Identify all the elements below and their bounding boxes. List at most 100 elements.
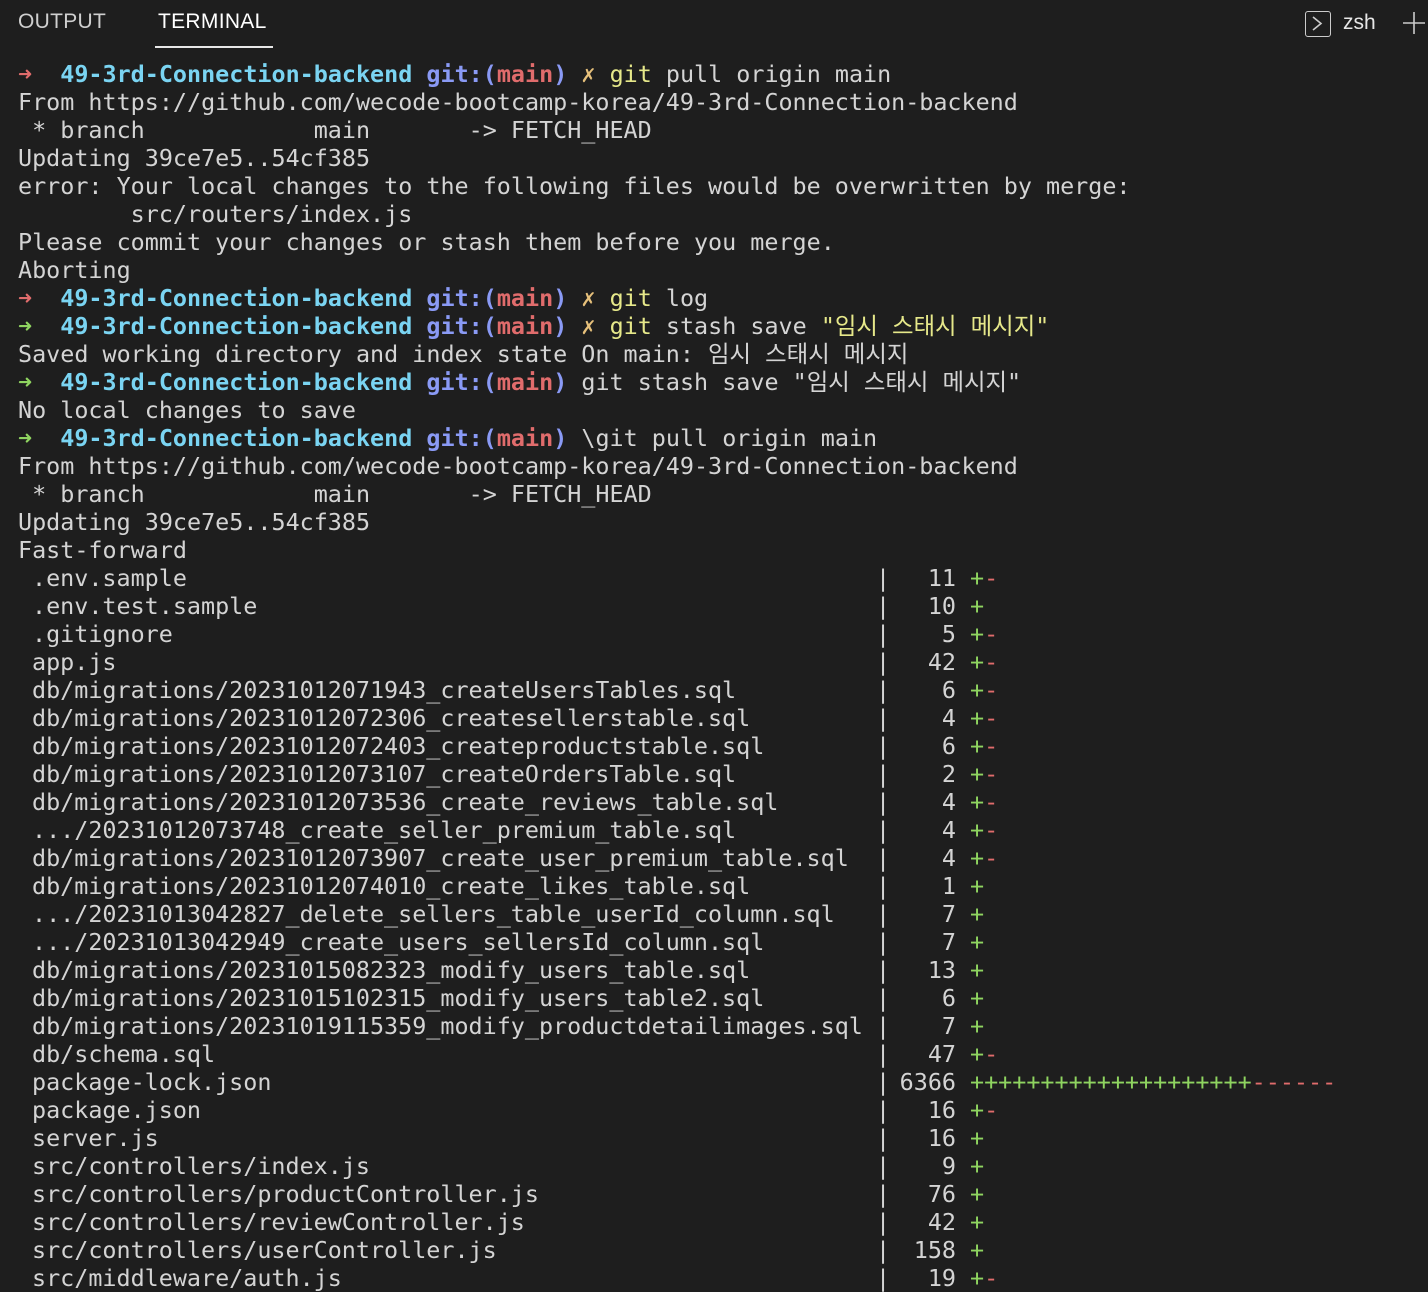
diffstat-separator: | [876,592,891,620]
diffstat-minus: - [984,676,999,704]
diffstat-row: db/schema.sql | 47 +- [18,1040,1418,1068]
diffstat-minus: ------ [1251,1068,1337,1096]
diffstat-file: db/migrations/20231012074010_create_like… [32,872,751,900]
diffstat-minus: - [984,620,999,648]
prompt-branch: main [496,60,554,88]
tab-terminal[interactable]: TERMINAL [158,10,267,34]
diffstat-minus: - [984,788,999,816]
diffstat-graph: +- [970,844,998,872]
prompt-line: ➜ 49-3rd-Connection-backend git:(main) ✗… [18,60,1418,88]
output-text: Please commit your changes or stash them… [18,228,835,256]
diffstat-plus: + [970,844,985,872]
diffstat-plus: ++++++++++++++++++++ [970,1068,1252,1096]
diffstat-graph: +- [970,816,998,844]
diffstat-count: 4 [941,844,956,872]
diffstat-plus: + [970,984,985,1012]
diffstat-graph: + [970,1236,984,1264]
command-quoted-arg: "임시 스태시 메시지" [820,312,1050,340]
diffstat-row: .gitignore | 5 +- [18,620,1418,648]
diffstat-minus: - [984,732,999,760]
diffstat-file: db/migrations/20231012071943_createUsers… [32,676,737,704]
diffstat-file: .../20231013042949_create_users_sellersI… [32,928,765,956]
prompt-paren-close: ) [553,312,568,340]
command-args: git stash save "임시 스태시 메시지" [581,368,1022,396]
prompt-line: ➜ 49-3rd-Connection-backend git:(main) ✗… [18,312,1418,340]
diffstat-separator: | [876,788,891,816]
diffstat-graph: +- [970,704,998,732]
diffstat-count: 4 [941,816,956,844]
prompt-paren-close: ) [553,284,568,312]
diffstat-file: db/migrations/20231012072403_createprodu… [32,732,765,760]
diffstat-row: src/middleware/auth.js | 19 +- [18,1264,1418,1292]
diffstat-row: app.js | 42 +- [18,648,1418,676]
diffstat-plus: + [970,648,985,676]
diffstat-file: src/controllers/userController.js [32,1236,497,1264]
diffstat-plus: + [970,1236,985,1264]
terminal-icon[interactable] [1305,11,1331,37]
prompt-directory: 49-3rd-Connection-backend [60,284,413,312]
command-args: log [651,284,709,312]
output-text: Updating 39ce7e5..54cf385 [18,144,371,172]
diffstat-count: 7 [941,1012,956,1040]
diffstat-count: 2 [941,760,956,788]
diffstat-file: package.json [32,1096,201,1124]
output-line: * branch main -> FETCH_HEAD [18,116,1418,144]
active-tab-indicator [155,46,273,48]
diffstat-graph: +- [970,788,998,816]
diffstat-row: src/controllers/productController.js | 76 + [18,1180,1418,1208]
diffstat-file: server.js [32,1124,159,1152]
command-name: git [609,312,652,340]
prompt-paren-close: ) [553,368,568,396]
prompt-branch: main [496,312,554,340]
command-name: git [609,60,652,88]
diffstat-plus: + [970,1152,985,1180]
diffstat-separator: | [876,1012,891,1040]
prompt-git-label: git: [426,368,483,396]
diffstat-minus: - [984,1040,999,1068]
diffstat-file: db/migrations/20231015102315_modify_user… [32,984,765,1012]
tab-output[interactable]: OUTPUT [18,10,106,34]
diffstat-file: .env.sample [32,564,187,592]
diffstat-row: db/migrations/20231012071943_createUsers… [18,676,1418,704]
diffstat-row: package.json | 16 +- [18,1096,1418,1124]
terminal-output[interactable]: ➜ 49-3rd-Connection-backend git: ( main) ✗… [18,60,1418,1292]
diffstat-minus: - [984,844,999,872]
diffstat-row: server.js | 16 + [18,1124,1418,1152]
diffstat-graph: + [970,1012,984,1040]
output-line: Saved working directory and index state … [18,340,1418,368]
prompt-arrow-icon: ➜ [18,368,61,396]
diffstat-plus: + [970,704,985,732]
prompt-directory: 49-3rd-Connection-backend [60,424,413,452]
diffstat-count: 42 [927,648,956,676]
shell-selector[interactable]: zsh [1343,11,1376,35]
diffstat-separator: | [876,928,891,956]
diffstat-row: src/controllers/userController.js | 158 + [18,1236,1418,1264]
diffstat-plus: + [970,900,985,928]
diffstat-file: src/controllers/index.js [32,1152,370,1180]
prompt-line: ➜ 49-3rd-Connection-backend git:(main) g… [18,368,1418,396]
diffstat-file: src/controllers/reviewController.js [32,1208,525,1236]
diffstat-graph: + [970,984,984,1012]
prompt-paren-open: ( [482,424,497,452]
prompt-git-label: git: [426,312,483,340]
diffstat-file: db/migrations/20231015082323_modify_user… [32,956,751,984]
diffstat-separator: | [876,704,891,732]
output-line: * branch main -> FETCH_HEAD [18,480,1418,508]
output-line: From https://github.com/wecode-bootcamp-… [18,88,1418,116]
diffstat-row: .../20231013042949_create_users_sellersI… [18,928,1418,956]
command-args: stash save [651,312,821,340]
diffstat-graph: +- [970,732,998,760]
diffstat-row: db/migrations/20231012072403_createprodu… [18,732,1418,760]
diffstat-count: 13 [927,956,956,984]
diffstat-count: 47 [927,1040,956,1068]
prompt-dirty-icon: ✗ [581,60,596,88]
diffstat-separator: | [876,760,891,788]
new-terminal-plus-icon[interactable] [1402,11,1426,35]
diffstat-count: 11 [927,564,956,592]
diffstat-graph: + [970,1180,984,1208]
diffstat-plus: + [970,1040,985,1068]
